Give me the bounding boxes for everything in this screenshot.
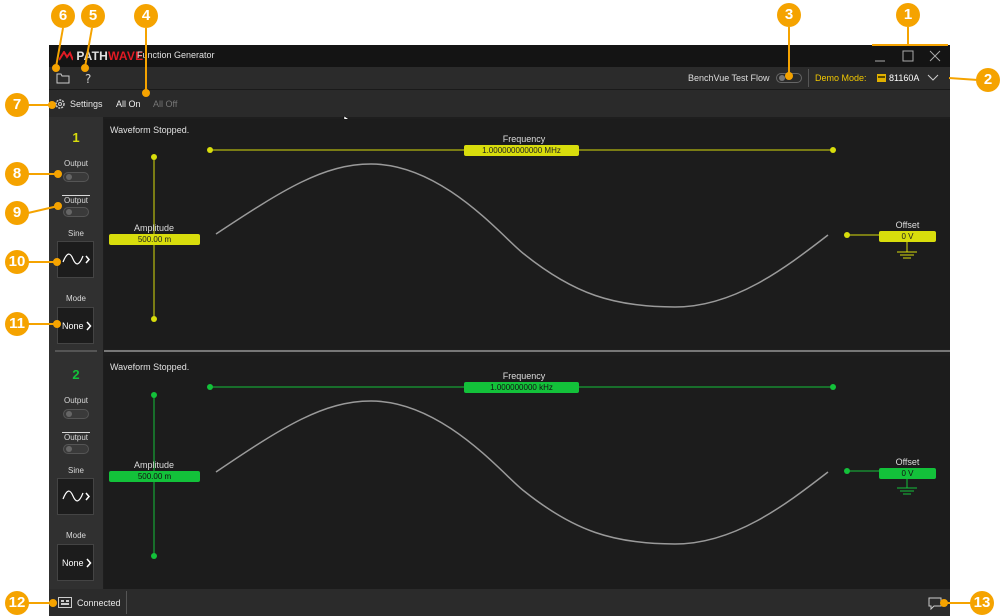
callout-10: 10 [5, 250, 29, 274]
callout-1: 1 [896, 3, 920, 27]
callout-9: 9 [5, 201, 29, 225]
callout-3: 3 [777, 3, 801, 27]
callout-12: 12 [5, 591, 29, 615]
callout-5: 5 [81, 4, 105, 28]
callout-4: 4 [134, 4, 158, 28]
callout-7: 7 [5, 93, 29, 117]
callout-leader-lines [27, 27, 979, 607]
callout-8: 8 [5, 162, 29, 186]
callout-11: 11 [5, 312, 29, 336]
callout-6: 6 [51, 4, 75, 28]
callout-13: 13 [970, 591, 994, 615]
callout-2: 2 [976, 68, 1000, 92]
